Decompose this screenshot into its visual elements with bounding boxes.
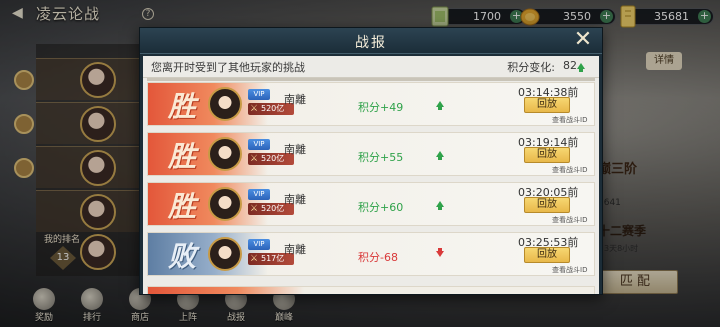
swords-icon: ⚔ — [250, 254, 259, 264]
vip-badge: VIP — [248, 89, 270, 100]
battle-record: 胜 VIP ⚔ 520亿 南離 积分+49 03:14:38前 回放 查看战斗ID — [147, 82, 595, 126]
vip-badge: VIP — [248, 139, 270, 150]
vip-badge: VIP — [248, 239, 270, 250]
vip-badge: VIP — [248, 189, 270, 200]
result-label: 胜 — [168, 190, 197, 223]
view-battle-id-link[interactable]: 查看战斗ID — [552, 265, 587, 275]
result-label: 胜 — [168, 140, 197, 173]
dialog-title: 战报 — [355, 35, 387, 51]
swords-icon: ⚔ — [250, 104, 259, 114]
score-delta: 积分-68 — [358, 251, 398, 264]
battle-record: 胜 VIP ⚔ 520亿 南離 积分+60 03:20:05前 回放 查看战斗ID — [147, 182, 595, 226]
arrow-up-icon — [436, 201, 444, 210]
opponent-avatar[interactable] — [208, 187, 242, 221]
opponent-avatar[interactable] — [208, 137, 242, 171]
score-delta: 积分+49 — [358, 101, 404, 114]
score-delta: 积分+60 — [358, 201, 404, 214]
replay-button[interactable]: 回放 — [524, 147, 570, 163]
view-battle-id-link[interactable]: 查看战斗ID — [552, 115, 587, 125]
result-label: 胜 — [168, 90, 197, 123]
replay-button[interactable]: 回放 — [524, 247, 570, 263]
score-change-label: 积分变化: — [507, 61, 555, 74]
battle-report-dialog: 战报 ✕ 您离开时受到了其他玩家的挑战 积分变化: 82 胜 VIP ⚔ 520亿… — [139, 27, 603, 295]
power-value: 517亿 — [261, 254, 285, 263]
result-label: 败 — [168, 240, 197, 273]
replay-button[interactable]: 回放 — [524, 197, 570, 213]
dialog-body: 您离开时受到了其他玩家的挑战 积分变化: 82 胜 VIP ⚔ 520亿 南離 积… — [143, 56, 599, 294]
record-partial — [147, 286, 595, 294]
power-value: 520亿 — [261, 204, 285, 213]
record-partial — [147, 78, 595, 81]
replay-button[interactable]: 回放 — [524, 97, 570, 113]
dialog-header: 战报 ✕ — [140, 28, 602, 54]
arrow-down-icon — [436, 248, 444, 257]
opponent-avatar[interactable] — [208, 87, 242, 121]
close-icon[interactable]: ✕ — [572, 29, 594, 51]
battle-record: 胜 VIP ⚔ 520亿 南離 积分+55 03:19:14前 回放 查看战斗ID — [147, 132, 595, 176]
opponent-name: 南離 — [284, 193, 306, 206]
arrow-up-icon — [436, 151, 444, 160]
view-battle-id-link[interactable]: 查看战斗ID — [552, 215, 587, 225]
power-value: 520亿 — [261, 104, 285, 113]
swords-icon: ⚔ — [250, 154, 259, 164]
score-delta: 积分+55 — [358, 151, 404, 164]
view-battle-id-link[interactable]: 查看战斗ID — [552, 165, 587, 175]
info-bar: 您离开时受到了其他玩家的挑战 积分变化: 82 — [143, 56, 599, 78]
score-change-value: 82 — [563, 59, 577, 72]
opponent-name: 南離 — [284, 143, 306, 156]
opponent-avatar[interactable] — [208, 237, 242, 271]
opponent-name: 南離 — [284, 243, 306, 256]
battle-record: 败 VIP ⚔ 517亿 南離 积分-68 03:25:53前 回放 查看战斗ID — [147, 232, 595, 276]
arrow-up-icon — [436, 101, 444, 110]
arrow-up-icon — [577, 63, 585, 72]
power-value: 520亿 — [261, 154, 285, 163]
swords-icon: ⚔ — [250, 204, 259, 214]
battle-record-list[interactable]: 胜 VIP ⚔ 520亿 南離 积分+49 03:14:38前 回放 查看战斗ID… — [147, 82, 595, 294]
opponent-name: 南離 — [284, 93, 306, 106]
challenge-notice: 您离开时受到了其他玩家的挑战 — [151, 61, 305, 74]
